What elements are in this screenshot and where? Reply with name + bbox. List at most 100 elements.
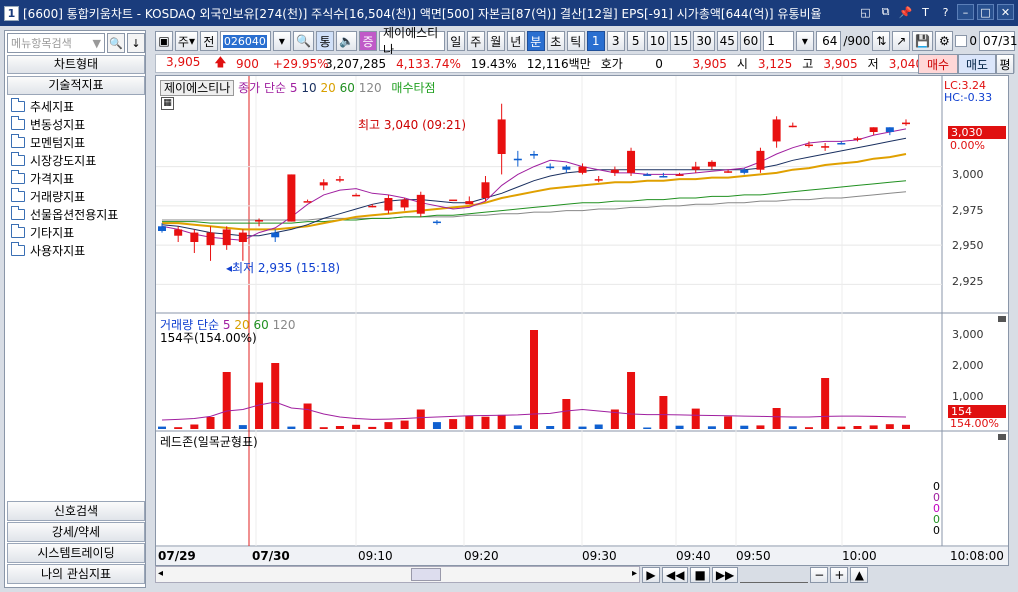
tab-system-trading[interactable]: 시스템트레이딩	[7, 543, 145, 563]
candle-body	[821, 146, 830, 148]
tong-button[interactable]: 통	[315, 31, 334, 51]
volume-bar	[271, 363, 280, 429]
scroll-thumb[interactable]	[411, 568, 441, 581]
speed-slider[interactable]	[740, 567, 809, 583]
tab-my-indicators[interactable]: 나의 관심지표	[7, 564, 145, 584]
minute-5[interactable]: 5	[626, 31, 645, 51]
interval-dropdown[interactable]: ▾	[795, 31, 814, 51]
tab-strength[interactable]: 강세/약세	[7, 522, 145, 542]
count-input[interactable]: 64	[815, 31, 842, 51]
folder-icon	[11, 115, 25, 130]
tile-icon[interactable]: ⧉	[877, 4, 894, 20]
tree-item[interactable]: 선물옵션전용지표	[11, 205, 143, 223]
fast-forward-icon[interactable]: ▶▶	[711, 567, 739, 583]
candle-body	[594, 179, 603, 181]
tab-technical-indicators[interactable]: 기술적지표	[7, 76, 145, 95]
avg-button[interactable]: 평	[996, 54, 1014, 74]
code-dropdown[interactable]: ▾	[272, 31, 291, 51]
folder-icon	[11, 241, 25, 256]
count-total: /900	[843, 34, 871, 48]
jeung-button[interactable]: 증	[358, 31, 377, 51]
volume-bar	[432, 422, 441, 429]
scroll-right-icon[interactable]: ▸	[632, 568, 637, 579]
interval-input[interactable]: 1	[763, 31, 794, 51]
search-icon[interactable]: 🔍	[292, 31, 314, 51]
legend-stock-name[interactable]: 제이에스티나	[160, 80, 235, 96]
period-minute[interactable]: 분	[526, 31, 545, 51]
date-input[interactable]: 07/31	[978, 31, 1018, 51]
font-icon[interactable]: T	[917, 4, 934, 20]
tree-item[interactable]: 기타지표	[11, 223, 143, 241]
period-tick[interactable]: 틱	[566, 31, 585, 51]
tree-item[interactable]: 시장강도지표	[11, 151, 143, 169]
app-icon: 1	[4, 5, 19, 21]
chart-area[interactable]: 제이에스티나 종가 단순 5 10 20 60 120 매수타점 ▦ LC:3.…	[155, 75, 1009, 566]
gear-icon[interactable]: ⚙	[935, 31, 954, 51]
volume-bar	[885, 424, 894, 429]
tab-signal-search[interactable]: 신호검색	[7, 501, 145, 521]
chart-scrollbar[interactable]: ◂ ▸	[155, 566, 640, 583]
period-month[interactable]: 월	[486, 31, 505, 51]
indicator-icon[interactable]: ⇅	[872, 31, 891, 51]
minute-1[interactable]: 1	[586, 31, 605, 51]
expand-icon[interactable]: ▲	[850, 567, 869, 583]
zoom-out-icon[interactable]: −	[810, 567, 829, 583]
zoom-in-icon[interactable]: +	[830, 567, 849, 583]
candle-body	[432, 221, 441, 224]
indicator-panel: 메뉴항목검색 ▼ 🔍 ↓ 차트형태 기술적지표 추세지표 변동성지표 모멘텀지표 …	[4, 30, 146, 588]
play-icon[interactable]: ▶	[642, 567, 660, 583]
close-pane-icon[interactable]	[998, 434, 1006, 440]
volume-bar	[707, 426, 716, 429]
date-checkbox[interactable]	[955, 35, 968, 47]
pin-icon[interactable]: 📌	[897, 4, 914, 20]
volume-bar	[772, 408, 781, 429]
maximize-button[interactable]: □	[977, 4, 994, 20]
scroll-left-icon[interactable]: ◂	[158, 568, 163, 579]
tree-item[interactable]: 가격지표	[11, 169, 143, 187]
stop-icon[interactable]: ■	[690, 567, 710, 583]
y-tick-2950: 2,950	[952, 239, 984, 252]
minute-15[interactable]: 15	[670, 31, 692, 51]
grid-toggle-icon[interactable]: ▦	[161, 97, 174, 110]
menu-search-input[interactable]: 메뉴항목검색 ▼	[7, 33, 105, 53]
stock-code-input[interactable]: 026040	[219, 31, 271, 51]
help-icon[interactable]: ?	[937, 4, 954, 20]
period-select[interactable]: 주 ▾	[175, 31, 198, 51]
time-label: 10:00	[842, 549, 877, 563]
buy-button[interactable]: 매수	[918, 54, 958, 74]
tree-item[interactable]: 사용자지표	[11, 241, 143, 259]
cursor-time: 10:08:00	[950, 549, 1004, 563]
prev-button[interactable]: 전	[199, 31, 218, 51]
close-button[interactable]: ✕	[997, 4, 1014, 20]
tab-chart-type[interactable]: 차트형태	[7, 55, 145, 74]
search-icon[interactable]: 🔍	[107, 33, 125, 53]
download-icon[interactable]: ↓	[127, 33, 145, 53]
tree-item[interactable]: 변동성지표	[11, 115, 143, 133]
minute-30[interactable]: 30	[693, 31, 715, 51]
period-week[interactable]: 주	[466, 31, 485, 51]
folder-icon	[11, 151, 25, 166]
tree-item[interactable]: 거래량지표	[11, 187, 143, 205]
rewind-icon[interactable]: ◀◀	[662, 567, 689, 583]
minute-45[interactable]: 45	[716, 31, 738, 51]
speaker-icon[interactable]: 🔈	[335, 31, 357, 51]
trend-icon[interactable]: ↗	[892, 31, 911, 51]
time-label: 07/29	[158, 549, 196, 563]
minimize-button[interactable]: –	[957, 4, 974, 20]
tree-item[interactable]: 모멘텀지표	[11, 133, 143, 151]
folder-icon	[11, 187, 25, 202]
period-second[interactable]: 초	[546, 31, 565, 51]
close-pane-icon[interactable]	[998, 316, 1006, 322]
legend-ma-label: 종가 단순	[238, 81, 287, 95]
restore-icon[interactable]: ◱	[857, 4, 874, 20]
layout-icon[interactable]: ▣	[155, 31, 173, 51]
tree-item[interactable]: 추세지표	[11, 97, 143, 115]
sell-button[interactable]: 매도	[958, 54, 996, 74]
period-day[interactable]: 일	[446, 31, 465, 51]
volume-bar	[691, 408, 700, 429]
period-year[interactable]: 년	[506, 31, 525, 51]
minute-10[interactable]: 10	[646, 31, 669, 51]
minute-3[interactable]: 3	[606, 31, 625, 51]
minute-60[interactable]: 60	[739, 31, 762, 51]
save-icon[interactable]: 💾	[912, 31, 934, 51]
